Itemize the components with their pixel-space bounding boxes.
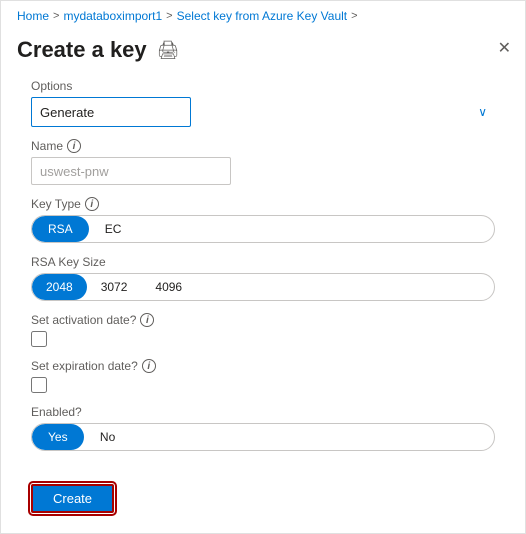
breadcrumb-select-key[interactable]: Select key from Azure Key Vault <box>177 9 348 23</box>
name-input[interactable] <box>31 157 231 185</box>
breadcrumb-sep3: > <box>351 10 357 22</box>
close-button[interactable]: ✕ <box>498 41 511 57</box>
activation-field: Set activation date? i <box>31 313 495 347</box>
form-body: Options Generate Import Restore Backup N… <box>1 69 525 472</box>
expiration-label: Set expiration date? i <box>31 359 495 373</box>
panel-header: Create a key 🖨 ✕ <box>1 27 525 69</box>
rsa-size-2048-button[interactable]: 2048 <box>32 274 87 300</box>
print-icon[interactable]: 🖨 <box>157 40 180 61</box>
rsa-key-size-label: RSA Key Size <box>31 255 495 269</box>
key-type-label: Key Type i <box>31 197 495 211</box>
options-select[interactable]: Generate Import Restore Backup <box>31 97 191 127</box>
rsa-key-size-field: RSA Key Size 2048 3072 4096 <box>31 255 495 301</box>
activation-checkbox[interactable] <box>31 331 47 347</box>
activation-label: Set activation date? i <box>31 313 495 327</box>
options-label: Options <box>31 79 495 93</box>
breadcrumb-databox[interactable]: mydataboximport1 <box>63 9 162 23</box>
name-label: Name i <box>31 139 495 153</box>
enabled-yes-button[interactable]: Yes <box>32 424 84 450</box>
rsa-size-3072-button[interactable]: 3072 <box>87 274 142 300</box>
create-key-panel: Home > mydataboximport1 > Select key fro… <box>0 0 526 534</box>
key-type-field: Key Type i RSA EC <box>31 197 495 243</box>
enabled-no-button[interactable]: No <box>84 424 132 450</box>
create-button[interactable]: Create <box>31 484 114 513</box>
options-select-wrapper: Generate Import Restore Backup <box>31 97 495 127</box>
activation-info-icon[interactable]: i <box>140 313 154 327</box>
breadcrumb-sep1: > <box>53 10 59 22</box>
breadcrumb-sep2: > <box>166 10 172 22</box>
enabled-label: Enabled? <box>31 405 495 419</box>
key-type-info-icon[interactable]: i <box>85 197 99 211</box>
activation-checkbox-wrapper <box>31 331 495 347</box>
name-field: Name i <box>31 139 495 185</box>
enabled-toggle-group: Yes No <box>31 423 495 451</box>
enabled-field: Enabled? Yes No <box>31 405 495 451</box>
expiration-field: Set expiration date? i <box>31 359 495 393</box>
key-type-rsa-button[interactable]: RSA <box>32 216 89 242</box>
name-info-icon[interactable]: i <box>67 139 81 153</box>
panel-footer: Create <box>1 472 525 533</box>
key-type-toggle-group: RSA EC <box>31 215 495 243</box>
options-field: Options Generate Import Restore Backup <box>31 79 495 127</box>
key-type-ec-button[interactable]: EC <box>89 216 138 242</box>
breadcrumb: Home > mydataboximport1 > Select key fro… <box>1 1 525 27</box>
expiration-checkbox[interactable] <box>31 377 47 393</box>
page-title: Create a key <box>17 37 147 63</box>
expiration-checkbox-wrapper <box>31 377 495 393</box>
breadcrumb-home[interactable]: Home <box>17 9 49 23</box>
rsa-size-4096-button[interactable]: 4096 <box>141 274 196 300</box>
rsa-key-size-group: 2048 3072 4096 <box>31 273 495 301</box>
expiration-info-icon[interactable]: i <box>142 359 156 373</box>
